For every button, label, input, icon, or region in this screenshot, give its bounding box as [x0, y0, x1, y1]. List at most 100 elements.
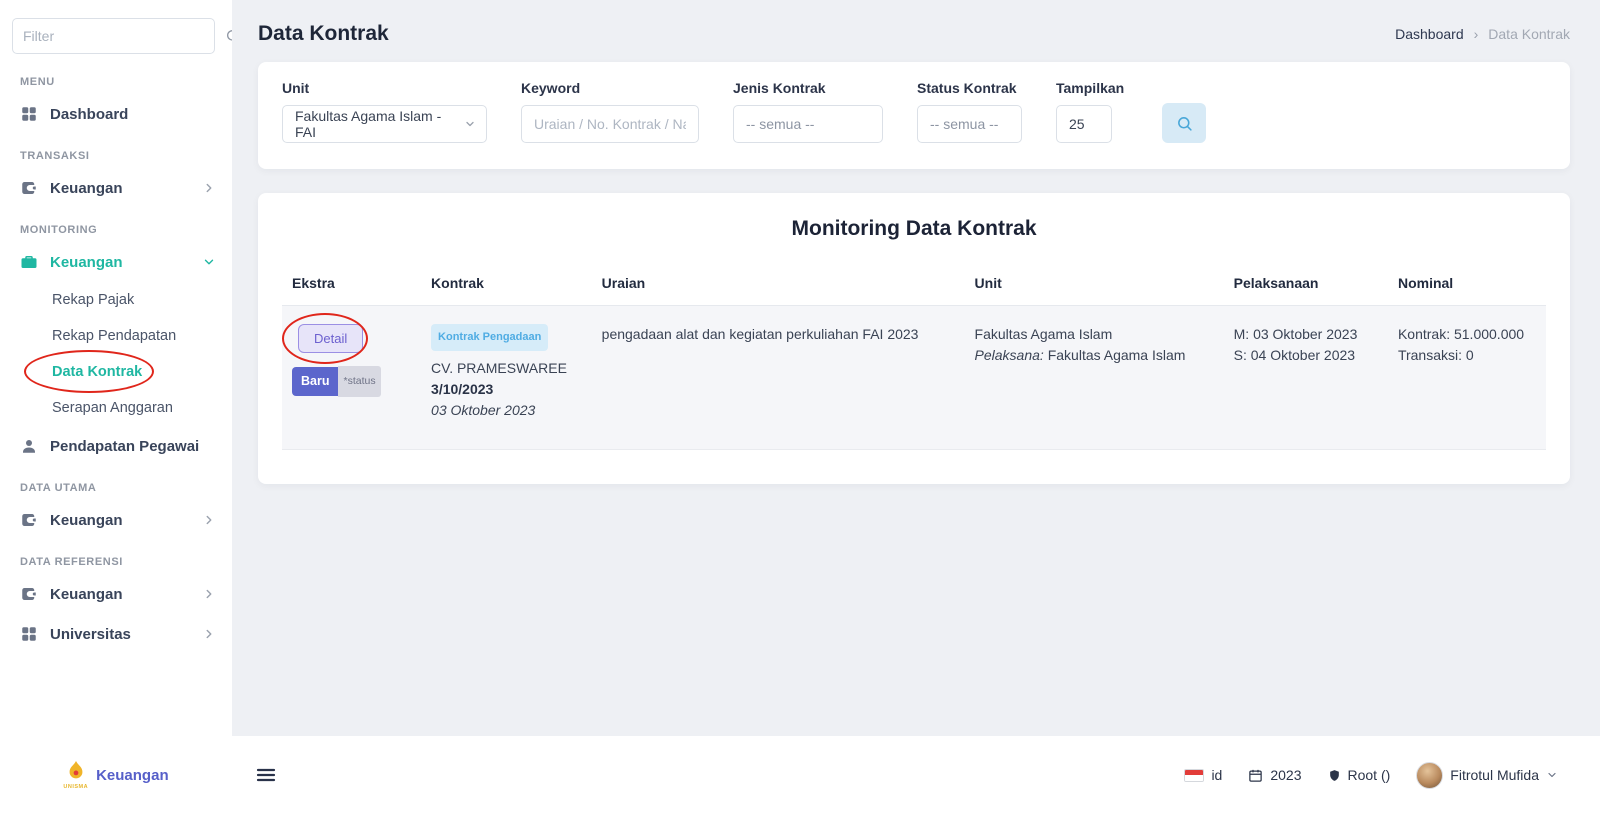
grid-icon [20, 105, 38, 123]
avatar [1416, 762, 1443, 789]
jenis-kontrak-select[interactable]: -- semua -- [733, 105, 883, 143]
unisma-logo-text: UNISMA [63, 785, 88, 791]
footer-left: UNISMA Keuangan [0, 760, 278, 791]
sidebar-subitem-label: Rekap Pendapatan [52, 328, 176, 344]
sidebar-item-universitas[interactable]: Universitas [0, 614, 232, 654]
filter-field-keyword: Keyword [521, 80, 699, 143]
brand-link[interactable]: UNISMA Keuangan [0, 760, 232, 791]
tanggal-mulai: M: 03 Oktober 2023 [1234, 324, 1378, 345]
sidebar-subitem-label: Serapan Anggaran [52, 400, 173, 416]
sidebar-section-data-referensi: DATA REFERENSI [0, 540, 232, 574]
breadcrumb-separator: › [1474, 26, 1479, 42]
sidebar-item-keuangan-referensi[interactable]: Keuangan [0, 574, 232, 614]
breadcrumb: Dashboard › Data Kontrak [1395, 26, 1570, 42]
keyword-input[interactable] [522, 106, 698, 142]
column-header-pelaksanaan: Pelaksanaan [1224, 265, 1388, 306]
sidebar-item-pendapatan-pegawai[interactable]: Pendapatan Pegawai [0, 426, 232, 466]
cell-nominal: Kontrak: 51.000.000 Transaksi: 0 [1388, 306, 1546, 450]
sidebar-item-label: Dashboard [50, 106, 128, 123]
year-label: 2023 [1270, 767, 1301, 783]
briefcase-icon [20, 253, 38, 271]
indonesia-flag-icon [1184, 769, 1204, 782]
breadcrumb-current: Data Kontrak [1488, 26, 1570, 42]
shield-icon [1328, 769, 1341, 782]
language-label: id [1211, 767, 1222, 783]
detail-button-wrap: Detail [298, 324, 363, 353]
user-menu[interactable]: Fitrotul Mufida [1416, 762, 1558, 789]
sidebar-section-transaksi: TRANSAKSI [0, 134, 232, 168]
role-selector[interactable]: Root () [1328, 767, 1391, 783]
sidebar-item-keuangan-transaksi[interactable]: Keuangan [0, 168, 232, 208]
breadcrumb-home[interactable]: Dashboard [1395, 26, 1464, 42]
column-header-nominal: Nominal [1388, 265, 1546, 306]
sidebar-section-monitoring: MONITORING [0, 208, 232, 242]
status-badge: Baru [292, 367, 338, 396]
pelaksana-label: Pelaksana: [975, 347, 1044, 363]
sidebar-item-keuangan-data-utama[interactable]: Keuangan [0, 500, 232, 540]
pelaksana-value: Fakultas Agama Islam [1048, 347, 1186, 363]
calendar-icon [1248, 768, 1263, 783]
wallet-icon [20, 179, 38, 197]
sidebar-filter-input[interactable] [12, 18, 215, 54]
filter-card: Unit Fakultas Agama Islam - FAI Keyword … [258, 62, 1570, 169]
nominal-transaksi: Transaksi: 0 [1398, 345, 1536, 366]
uraian-text: pengadaan alat dan kegiatan perkuliahan … [602, 326, 919, 342]
chevron-down-icon [464, 118, 476, 130]
search-button[interactable] [1162, 103, 1206, 143]
unit-name: Fakultas Agama Islam [975, 324, 1214, 345]
user-name: Fitrotul Mufida [1450, 767, 1539, 783]
language-switcher[interactable]: id [1184, 767, 1222, 783]
main-content: Data Kontrak Dashboard › Data Kontrak Un… [232, 0, 1600, 736]
sidebar-subitem-label: Rekap Pajak [52, 292, 134, 308]
sidebar-item-label: Pendapatan Pegawai [50, 438, 199, 455]
search-icon[interactable] [225, 28, 232, 44]
table-header-row: Ekstra Kontrak Uraian Unit Pelaksanaan N… [282, 265, 1546, 306]
filter-field-unit: Unit Fakultas Agama Islam - FAI [282, 80, 487, 143]
chevron-right-icon [202, 627, 216, 641]
kontrak-table: Ekstra Kontrak Uraian Unit Pelaksanaan N… [282, 265, 1546, 450]
cell-unit: Fakultas Agama Islam Pelaksana: Fakultas… [965, 306, 1224, 450]
jenis-kontrak-badge: Kontrak Pengadaan [431, 324, 548, 351]
grid-icon [20, 625, 38, 643]
wallet-icon [20, 585, 38, 603]
status-badge-row: Baru *status [292, 366, 411, 397]
sidebar-section-menu: MENU [0, 60, 232, 94]
sidebar-subitem-rekap-pendapatan[interactable]: Rekap Pendapatan [0, 318, 232, 354]
jenis-kontrak-label: Jenis Kontrak [733, 80, 883, 96]
year-selector[interactable]: 2023 [1248, 767, 1301, 783]
sidebar-item-label: Keuangan [50, 180, 123, 197]
unit-label: Unit [282, 80, 487, 96]
filter-field-tampilkan: Tampilkan [1056, 80, 1124, 143]
sidebar-item-label: Keuangan [50, 586, 123, 603]
chevron-down-icon [1546, 769, 1558, 781]
sidebar-item-keuangan-monitoring[interactable]: Keuangan [0, 242, 232, 282]
status-kontrak-select[interactable]: -- semua -- [917, 105, 1022, 143]
column-header-ekstra: Ekstra [282, 265, 421, 306]
pelaksana-line: Pelaksana: Fakultas Agama Islam [975, 345, 1214, 366]
sidebar-item-dashboard[interactable]: Dashboard [0, 94, 232, 134]
tampilkan-input[interactable] [1057, 106, 1111, 142]
cell-kontrak: Kontrak Pengadaan CV. PRAMESWAREE 3/10/2… [421, 306, 592, 450]
kontrak-date-long: 03 Oktober 2023 [431, 400, 582, 421]
column-header-unit: Unit [965, 265, 1224, 306]
filter-field-jenis: Jenis Kontrak -- semua -- [733, 80, 883, 143]
brand-name: Keuangan [96, 767, 169, 784]
unit-select-value: Fakultas Agama Islam - FAI [295, 108, 454, 140]
sidebar-subitem-serapan-anggaran[interactable]: Serapan Anggaran [0, 390, 232, 426]
sidebar-section-data-utama: DATA UTAMA [0, 466, 232, 500]
person-icon [20, 437, 38, 455]
sidebar-item-label: Keuangan [50, 512, 123, 529]
page-title: Data Kontrak [258, 22, 389, 46]
unit-select[interactable]: Fakultas Agama Islam - FAI [282, 105, 487, 143]
main-wrap: MENU Dashboard TRANSAKSI Keuangan MONITO… [0, 0, 1600, 736]
status-kontrak-value: -- semua -- [930, 116, 998, 132]
sidebar-subitem-label: Data Kontrak [52, 364, 142, 380]
hamburger-menu-icon[interactable] [254, 763, 278, 787]
detail-button[interactable]: Detail [298, 324, 363, 353]
sidebar-subitem-rekap-pajak[interactable]: Rekap Pajak [0, 282, 232, 318]
sidebar-subitem-data-kontrak[interactable]: Data Kontrak [0, 354, 232, 390]
vendor-name: CV. PRAMESWAREE [431, 358, 582, 379]
role-label: Root () [1348, 767, 1391, 783]
page-header: Data Kontrak Dashboard › Data Kontrak [258, 22, 1570, 46]
status-tag: *status [338, 366, 380, 397]
